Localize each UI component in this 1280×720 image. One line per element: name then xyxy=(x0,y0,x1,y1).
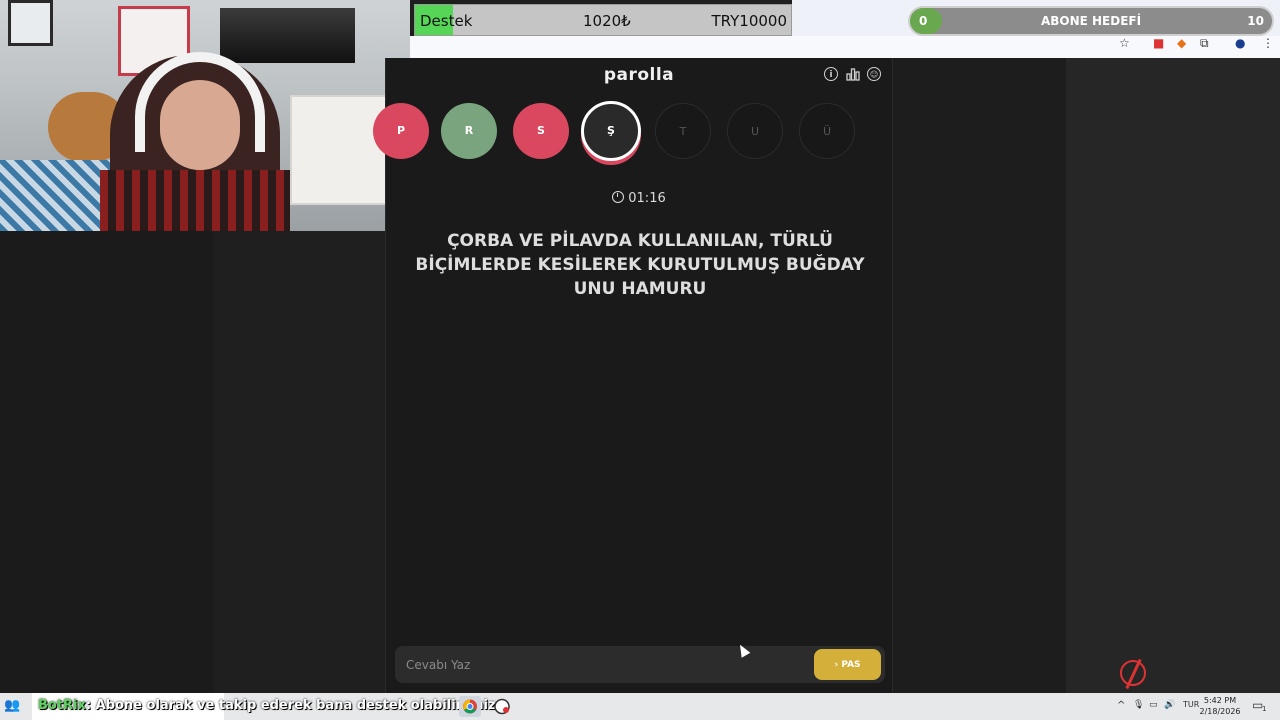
clock-icon xyxy=(612,191,625,203)
question-text: ÇORBA VE PİLAVDA KULLANILAN, TÜRLÜ BİÇİM… xyxy=(415,231,865,299)
pass-button[interactable]: › PAS xyxy=(814,649,881,680)
ticker-message: : Abone olarak ve takip ederek bana dest… xyxy=(85,698,496,713)
network-icon[interactable]: ▭ xyxy=(1149,700,1158,710)
stream-logo xyxy=(1120,660,1146,686)
answer-bar: › PAS xyxy=(395,646,885,683)
taskbar: 👥 BotRix: Abone olarak ve takip ederek b… xyxy=(0,693,1280,720)
notification-count: 1 xyxy=(1262,705,1267,713)
obs-taskbar-icon[interactable] xyxy=(491,696,513,717)
timer: 01:16 xyxy=(386,191,892,206)
pass-label: PAS xyxy=(841,659,861,670)
extension-icon[interactable]: ◆ xyxy=(1177,36,1186,50)
game-title: parolla xyxy=(603,65,675,85)
browser-toolbar xyxy=(410,36,1280,58)
left-column xyxy=(213,231,385,693)
subscriber-goal-label: ABONE HEDEFİ xyxy=(1040,14,1142,28)
letter-circle-active: Ş xyxy=(581,101,641,161)
info-icon[interactable]: i xyxy=(824,67,838,81)
letter-wheel: PRSŞTUÜ xyxy=(373,101,892,165)
stats-icon[interactable] xyxy=(846,67,860,81)
support-label: Destek xyxy=(420,12,473,30)
user-icon[interactable]: ☺ xyxy=(867,67,881,81)
volume-icon[interactable]: 🔊 xyxy=(1164,700,1175,710)
shelf xyxy=(290,95,390,205)
people-icon[interactable]: 👥 xyxy=(4,698,20,713)
letter-circle-wrong: S xyxy=(513,103,569,159)
profile-icon[interactable]: ● xyxy=(1235,36,1245,50)
clock-date: 2/18/2026 xyxy=(1199,707,1241,716)
right-background xyxy=(1066,58,1280,693)
wall-frame xyxy=(8,0,53,46)
extension-icon[interactable]: ■ xyxy=(1153,36,1164,50)
puzzle-icon[interactable]: ⧉ xyxy=(1200,36,1209,51)
wall-poster xyxy=(220,8,355,63)
bookmark-star-icon[interactable]: ☆ xyxy=(1119,36,1130,50)
screen: ☆ ■ ◆ ⧉ ● ⋮ — ❐ Destek 1020₺ TRY10000 0 … xyxy=(0,0,1280,720)
chevron-up-icon[interactable]: ^ xyxy=(1117,700,1125,711)
language-indicator[interactable]: TUR xyxy=(1183,700,1199,709)
clock-time: 5:42 PM xyxy=(1203,696,1237,705)
system-clock[interactable]: 5:42 PM 2/18/2026 xyxy=(1198,695,1242,717)
right-column xyxy=(893,58,1066,693)
webcam-feed xyxy=(0,0,410,231)
streamer-shirt xyxy=(100,170,290,231)
parolla-game: parolla i ☺ PRSŞTUÜ 01:16 ÇORBA VE PİLAV… xyxy=(373,58,893,693)
ticker-brand: BotRix xyxy=(38,698,86,713)
left-background xyxy=(0,231,213,693)
chrome-taskbar-icon[interactable] xyxy=(459,696,481,717)
ticker: BotRix: Abone olarak ve takip ederek ban… xyxy=(38,698,496,713)
letter-circle-wrong: P xyxy=(373,103,429,159)
timer-value: 01:16 xyxy=(628,191,666,206)
subscriber-target: 10 xyxy=(1247,14,1264,28)
letter-circle-correct: R xyxy=(441,103,497,159)
menu-icon[interactable]: ⋮ xyxy=(1262,36,1274,50)
letter-circle-pending: U xyxy=(727,103,783,159)
letter-circle-pending: T xyxy=(655,103,711,159)
game-header: parolla i ☺ xyxy=(386,58,892,92)
subscriber-goal-bar: 0 ABONE HEDEFİ 10 xyxy=(908,6,1274,36)
support-current-amount: 1020₺ xyxy=(583,12,631,30)
support-goal-bar: Destek 1020₺ TRY10000 xyxy=(414,4,792,36)
letter-circle-pending: Ü xyxy=(799,103,855,159)
microphone-icon[interactable]: 🎙 xyxy=(1133,700,1144,710)
support-goal-amount: TRY10000 xyxy=(711,12,787,30)
